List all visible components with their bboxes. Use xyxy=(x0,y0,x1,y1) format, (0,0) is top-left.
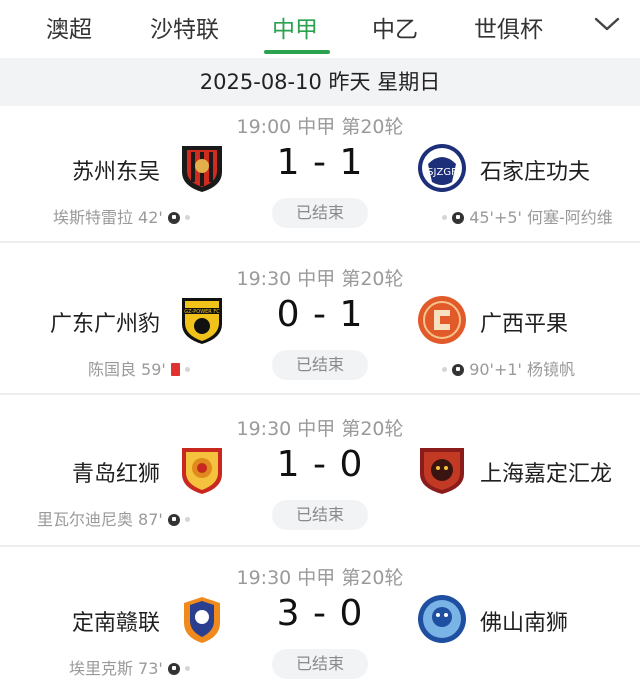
match-status-badge: 已结束 xyxy=(272,350,368,380)
match-meta: 19:30 中甲 第20轮 xyxy=(236,567,404,589)
guangxi-pingguo-logo-icon xyxy=(418,296,466,344)
match-card[interactable]: 19:30 中甲 第20轮 广东广州豹 GZ-POWER FC 0 - 1 广西… xyxy=(0,258,640,408)
ball-icon xyxy=(452,212,465,224)
foshan-nanshi-logo-icon xyxy=(418,595,466,643)
tab-australia-a-league[interactable]: 澳超 xyxy=(46,10,92,44)
tab-club-world-cup[interactable]: 世俱杯 xyxy=(474,10,543,44)
home-goal-event: 里瓦尔迪尼奥 87' xyxy=(37,506,190,530)
home-event-text: 埃斯特雷拉 42' xyxy=(52,208,163,227)
away-team-name: 石家庄功夫 xyxy=(480,160,591,185)
league-tabs: 澳超 沙特联 中甲 中乙 世俱杯 xyxy=(0,0,640,56)
dot-icon xyxy=(442,215,447,220)
dot-icon xyxy=(442,367,447,372)
active-tab-indicator xyxy=(264,50,330,54)
home-event-text: 埃里克斯 73' xyxy=(68,659,163,678)
dot-icon xyxy=(185,215,190,220)
divider xyxy=(0,241,640,243)
match-meta: 19:00 中甲 第20轮 xyxy=(236,116,404,138)
divider xyxy=(0,545,640,547)
shijiazhuang-kungfu-logo-icon: SJZGF xyxy=(418,144,466,192)
home-event-text: 里瓦尔迪尼奥 87' xyxy=(36,510,163,529)
ball-icon xyxy=(452,364,465,376)
match-status-badge: 已结束 xyxy=(272,500,368,530)
away-event-text: 45'+5' 何塞-阿约维 xyxy=(469,208,613,227)
dot-icon xyxy=(185,367,190,372)
chevron-down-icon[interactable] xyxy=(594,14,620,34)
away-team-name: 广西平果 xyxy=(480,312,569,337)
match-card[interactable]: 19:30 中甲 第20轮 青岛红狮 1 - 0 上海嘉定汇龙 已结束 里瓦尔迪… xyxy=(0,408,640,558)
away-goal-event: 90'+1' 杨镜帆 xyxy=(442,356,575,380)
shanghai-jiading-huilong-logo-icon xyxy=(420,448,464,494)
red-card-icon xyxy=(170,363,180,376)
ball-icon xyxy=(167,663,180,675)
ball-icon xyxy=(167,212,180,224)
match-card[interactable]: 19:00 中甲 第20轮 苏州东吴 1 - 1 SJZGF 石家庄功夫 已结束… xyxy=(0,106,640,256)
home-goal-event: 埃斯特雷拉 42' xyxy=(53,204,190,228)
dot-icon xyxy=(185,666,190,671)
tab-china-league-one[interactable]: 中甲 xyxy=(272,10,318,44)
tab-saudi-league[interactable]: 沙特联 xyxy=(150,10,219,44)
home-event-text: 陈国良 59' xyxy=(87,360,166,379)
away-team-name: 上海嘉定汇龙 xyxy=(480,462,613,487)
ball-icon xyxy=(167,514,180,526)
date-header: 2025-08-10 昨天 星期日 xyxy=(0,58,640,106)
divider xyxy=(0,393,640,395)
match-status-badge: 已结束 xyxy=(272,198,368,228)
away-event-text: 90'+1' 杨镜帆 xyxy=(469,360,576,379)
match-card[interactable]: 19:30 中甲 第20轮 定南赣联 3 - 0 佛山南狮 已结束 埃里克斯 7… xyxy=(0,557,640,687)
home-goal-event: 埃里克斯 73' xyxy=(69,655,190,679)
tab-china-league-two[interactable]: 中乙 xyxy=(372,10,418,44)
away-team-name: 佛山南狮 xyxy=(480,611,569,636)
dot-icon xyxy=(185,517,190,522)
home-card-event: 陈国良 59' xyxy=(88,356,190,380)
svg-text:SJZGF: SJZGF xyxy=(427,167,457,178)
match-status-badge: 已结束 xyxy=(272,649,368,679)
away-goal-event: 45'+5' 何塞-阿约维 xyxy=(442,204,613,228)
match-meta: 19:30 中甲 第20轮 xyxy=(236,268,404,290)
match-meta: 19:30 中甲 第20轮 xyxy=(236,418,404,440)
